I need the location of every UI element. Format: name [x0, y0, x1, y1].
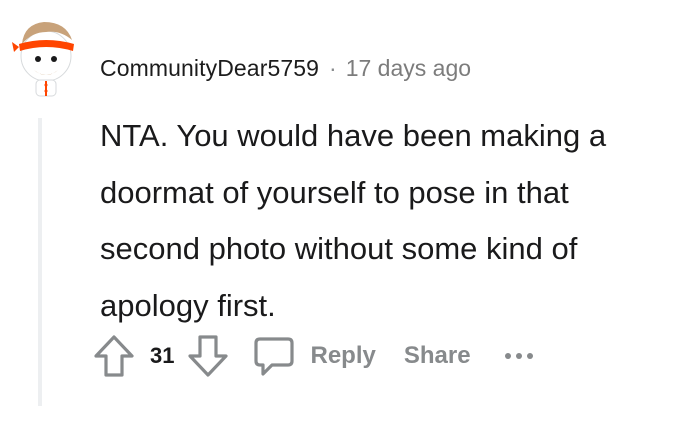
comment-body-line: apology first.: [100, 287, 276, 323]
downvote-button[interactable]: [186, 333, 230, 379]
vote-count: 31: [150, 343, 175, 368]
comment-bubble-icon: [254, 337, 295, 376]
more-options-icon[interactable]: [504, 353, 533, 359]
more-dot: [515, 353, 522, 359]
reply-label: Reply: [310, 342, 376, 369]
comment-meta: CommunityDear5759 · 17 days ago: [100, 50, 471, 86]
upvote-button[interactable]: [92, 333, 136, 379]
upvote-arrow-icon: [94, 335, 134, 377]
share-button[interactable]: Share: [404, 342, 471, 370]
comment-body-line: NTA. You would have been making a: [100, 118, 607, 153]
more-dot: [526, 353, 533, 359]
comment-body: NTA. You would have been making a doorma…: [100, 108, 680, 334]
author-username[interactable]: CommunityDear5759: [100, 55, 319, 82]
more-dot: [504, 353, 511, 359]
comment-actions: 31 Reply Share: [92, 330, 533, 382]
comment-body-line: doormat of yourself to pose in that: [100, 174, 569, 210]
avatar[interactable]: [10, 14, 80, 98]
meta-separator: ·: [329, 54, 337, 81]
comment-timestamp[interactable]: 17 days ago: [346, 55, 471, 82]
comment-body-line: second photo without some kind of: [100, 231, 578, 266]
thread-collapse-line[interactable]: [38, 118, 42, 406]
downvote-arrow-icon: [188, 335, 229, 377]
reply-button[interactable]: Reply: [252, 334, 376, 378]
